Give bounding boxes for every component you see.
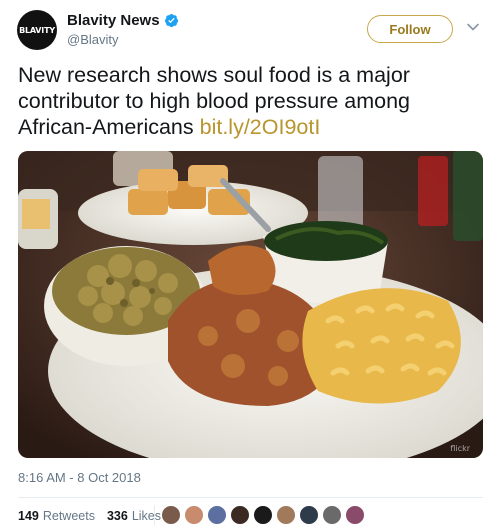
liker-avatar[interactable]: [322, 505, 342, 525]
author-name-row: Blavity News: [67, 12, 179, 29]
liker-avatar[interactable]: [276, 505, 296, 525]
chevron-down-icon[interactable]: [466, 20, 480, 34]
follow-button[interactable]: Follow: [367, 15, 453, 43]
divider: [18, 497, 483, 498]
timestamp[interactable]: 8:16 AM - 8 Oct 2018: [18, 470, 141, 485]
retweets-stat[interactable]: 149 Retweets: [18, 509, 95, 523]
handle[interactable]: @Blavity: [67, 32, 119, 47]
engagement-stats: 149 Retweets 336 Likes: [18, 509, 173, 523]
likes-stat[interactable]: 336 Likes: [107, 509, 161, 523]
avatar-logo-text: BLAVITY: [19, 25, 55, 35]
retweets-label: Retweets: [42, 509, 95, 523]
likes-label: Likes: [131, 509, 162, 523]
liker-avatar[interactable]: [299, 505, 319, 525]
liker-avatar[interactable]: [345, 505, 365, 525]
tweet-link[interactable]: bit.ly/2OI9otI: [200, 115, 321, 139]
soul-food-plate-image: flickr: [18, 151, 483, 458]
verified-badge-icon: [164, 14, 178, 28]
display-name[interactable]: Blavity News: [67, 12, 160, 29]
avatar[interactable]: BLAVITY: [17, 10, 57, 50]
liker-avatar[interactable]: [230, 505, 250, 525]
liker-avatar[interactable]: [184, 505, 204, 525]
liker-avatar[interactable]: [161, 505, 181, 525]
retweets-count: 149: [18, 509, 39, 523]
stats-separator: [154, 505, 155, 525]
photo-watermark: flickr: [450, 444, 470, 453]
liker-avatar[interactable]: [253, 505, 273, 525]
likes-count: 336: [106, 509, 128, 523]
liker-avatars: [161, 505, 368, 525]
tweet-text: New research shows soul food is a major …: [18, 62, 488, 140]
liker-avatar[interactable]: [207, 505, 227, 525]
tweet-photo[interactable]: flickr: [18, 151, 483, 458]
